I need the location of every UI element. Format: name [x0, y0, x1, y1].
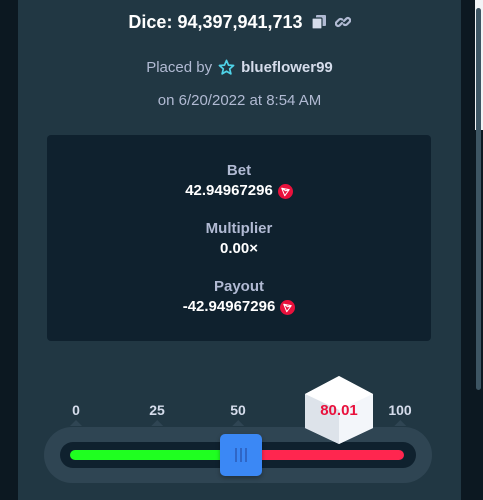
lose-range — [254, 450, 404, 460]
tick-100: 100 — [388, 400, 412, 426]
copy-icon[interactable] — [310, 14, 327, 30]
link-icon[interactable] — [334, 14, 351, 30]
modal-title: Dice: 94,397,941,713 — [128, 11, 303, 32]
tick-0: 0 — [70, 400, 82, 426]
username-link[interactable]: blueflower99 — [241, 59, 333, 76]
bet-date: on 6/20/2022 at 8:54 AM — [157, 92, 322, 109]
bet-details-modal: Dice: 94,397,941,713 Placed by blueflowe… — [18, 0, 481, 500]
slider-handle[interactable] — [220, 434, 262, 476]
slider-ticks: 0 25 50 100 — [18, 400, 461, 426]
payout-stat: Payout -42.94967296 — [47, 277, 431, 317]
placed-by-row: Placed by blueflower99 — [18, 56, 461, 78]
bet-stat: Bet 42.94967296 — [47, 161, 431, 201]
multiplier-label: Multiplier — [205, 220, 273, 237]
placed-by-label: Placed by — [146, 58, 213, 76]
background-left — [0, 0, 18, 500]
roll-result-value: 80.01 — [320, 402, 358, 419]
tron-icon — [280, 299, 296, 315]
payout-value: -42.94967296 — [182, 298, 276, 315]
bet-value-row: 42.94967296 — [47, 181, 431, 201]
modal-title-row: Dice: 94,397,941,713 — [18, 8, 461, 36]
tron-icon — [277, 183, 293, 199]
tick-25: 25 — [149, 400, 165, 426]
roll-result-dice: 80.01 — [303, 374, 375, 446]
multiplier-stat: Multiplier 0.00× — [47, 219, 431, 259]
modal-scrollbar[interactable] — [476, 8, 481, 390]
bet-value: 42.94967296 — [185, 182, 273, 199]
bet-label: Bet — [226, 162, 252, 179]
payout-value-row: -42.94967296 — [47, 297, 431, 317]
payout-label: Payout — [213, 278, 264, 295]
tick-50: 50 — [230, 400, 246, 426]
vip-star-icon — [218, 59, 235, 76]
bet-stats-panel: Bet 42.94967296 Multiplier 0.00× Payout … — [47, 135, 431, 341]
multiplier-value: 0.00× — [220, 240, 258, 257]
